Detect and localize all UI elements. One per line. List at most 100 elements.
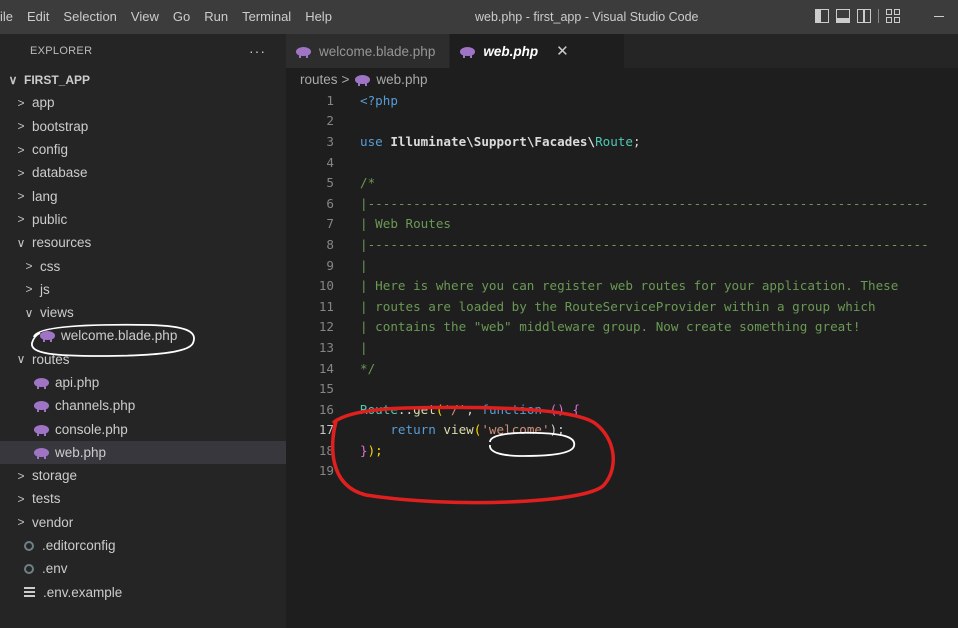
tree-item-label: storage — [32, 468, 78, 484]
line-number: 18 — [318, 442, 334, 458]
close-icon[interactable]: ✕ — [556, 42, 569, 60]
menu-run[interactable]: Run — [197, 0, 235, 34]
code-token: <?php — [360, 92, 398, 108]
line-number: 14 — [318, 360, 334, 376]
tree-item-css[interactable]: > css — [0, 254, 286, 277]
tree-item-config[interactable]: > config — [0, 138, 286, 161]
menu-selection[interactable]: Selection — [56, 0, 123, 34]
code-token: | routes are loaded by the RouteServiceP… — [360, 298, 876, 314]
tree-item-welcome-blade-php[interactable]: welcome.blade.php — [0, 324, 286, 347]
editor-area: welcome.blade.php web.php ✕ routes > web… — [286, 34, 958, 628]
code-token: () { — [542, 401, 580, 417]
php-file-icon — [34, 401, 49, 413]
customize-layout-icon[interactable] — [886, 9, 900, 23]
line-number: 17 — [318, 422, 334, 438]
tree-item-js[interactable]: > js — [0, 278, 286, 301]
tree-root-first-app[interactable]: ∨ FIRST_APP — [0, 68, 286, 91]
tree-item-label: .env.example — [43, 584, 123, 600]
tree-item-public[interactable]: > public — [0, 208, 286, 231]
menu-view[interactable]: View — [124, 0, 166, 34]
tree-item-app[interactable]: > app — [0, 91, 286, 114]
tab-web-php[interactable]: web.php ✕ — [450, 34, 626, 68]
chevron-right-icon: > — [17, 142, 25, 157]
tree-item-label: .editorconfig — [42, 538, 116, 554]
menu-go[interactable]: Go — [166, 0, 197, 34]
code-token: */ — [360, 360, 376, 376]
tree-item-label: FIRST_APP — [24, 72, 91, 87]
code-token: 'welcome' — [481, 422, 550, 438]
code-token: , — [466, 401, 482, 417]
tree-item-env-example[interactable]: .env.example — [0, 581, 286, 604]
line-number: 15 — [318, 381, 334, 397]
line-number: 2 — [326, 113, 334, 129]
code-token: ( — [473, 422, 482, 438]
code-token: | — [360, 339, 368, 355]
tree-item-label: welcome.blade.php — [61, 328, 178, 344]
tree-item-tests[interactable]: > tests — [0, 487, 286, 510]
tree-item-bootstrap[interactable]: > bootstrap — [0, 115, 286, 138]
php-file-icon — [34, 378, 49, 389]
breadcrumb-folder[interactable]: routes — [300, 72, 338, 87]
line-number: 8 — [326, 236, 334, 252]
tree-item-label: api.php — [55, 375, 100, 390]
tab-welcome-blade-php[interactable]: welcome.blade.php — [286, 34, 451, 68]
tree-item-label: vendor — [32, 514, 74, 530]
chevron-down-icon: ∨ — [16, 235, 26, 250]
toggle-panel-icon[interactable] — [836, 9, 850, 23]
tree-item-label: css — [40, 258, 61, 274]
code-line: 16 Route:: get('/', function () { — [286, 399, 958, 420]
tree-item-views[interactable]: ∨ views — [0, 301, 286, 324]
tree-item-console-php[interactable]: console.php — [0, 417, 286, 440]
tree-item-routes[interactable]: ∨ routes — [0, 348, 286, 371]
more-actions-icon[interactable]: ··· — [249, 43, 266, 59]
line-number: 19 — [318, 463, 334, 479]
code-line: 3 use Illuminate\Support\Facades\ Route; — [286, 131, 958, 152]
tree-item-label: config — [32, 142, 69, 158]
menu-help[interactable]: Help — [298, 0, 339, 34]
tree-item-label: resources — [32, 235, 92, 251]
code-token: /* — [360, 175, 376, 191]
line-number: 12 — [318, 319, 334, 335]
tree-item-database[interactable]: > database — [0, 161, 286, 184]
breadcrumb: routes > web.php — [286, 68, 958, 90]
tree-item-label: app — [32, 95, 55, 111]
code-token: Route — [360, 401, 398, 417]
tree-item-label: js — [40, 281, 50, 297]
tree-item-resources[interactable]: ∨ resources — [0, 231, 286, 254]
tree-item-label: bootstrap — [32, 118, 89, 134]
tree-item-env[interactable]: .env — [0, 557, 286, 580]
tree-item-vendor[interactable]: > vendor — [0, 511, 286, 534]
chevron-right-icon: > — [25, 282, 33, 297]
menu-file[interactable]: ile — [0, 0, 20, 34]
window-title: web.php - first_app - Visual Studio Code — [475, 10, 699, 24]
code-editor[interactable]: 1 <?php 2 3 use Illuminate\Support\Facades… — [286, 90, 958, 505]
menu-terminal[interactable]: Terminal — [235, 0, 298, 34]
menu-edit[interactable]: Edit — [20, 0, 56, 34]
breadcrumb-file[interactable]: web.php — [376, 72, 427, 87]
tree-item-storage[interactable]: > storage — [0, 464, 286, 487]
tree-item-channels-php[interactable]: channels.php — [0, 394, 286, 417]
chevron-down-icon: ∨ — [16, 352, 26, 367]
line-number: 16 — [318, 401, 334, 417]
code-token: get — [413, 401, 436, 417]
code-token: use — [360, 133, 391, 149]
minimize-icon[interactable] — [934, 16, 944, 17]
tree-item-web-php[interactable]: web.php — [0, 440, 286, 465]
code-token: Route — [595, 133, 633, 149]
explorer-title: EXPLORER — [30, 45, 93, 57]
line-number: 7 — [326, 216, 334, 232]
code-line: 17 return view('welcome'); — [286, 420, 958, 441]
code-line: 5 /* — [286, 172, 958, 193]
toggle-secondary-sidebar-icon[interactable] — [857, 9, 871, 23]
code-token: Illuminate\Support\Facades\ — [390, 133, 596, 149]
toggle-primary-sidebar-icon[interactable] — [815, 9, 829, 23]
tree-item-editorconfig[interactable]: .editorconfig — [0, 534, 286, 557]
tree-item-api-php[interactable]: api.php — [0, 371, 286, 394]
code-token: } — [360, 442, 368, 458]
tree-item-label: .env — [42, 561, 68, 577]
code-line: 10 | Here is where you can register web r… — [286, 275, 958, 296]
chevron-right-icon: > — [17, 119, 25, 134]
php-file-icon — [34, 424, 49, 436]
tree-item-lang[interactable]: > lang — [0, 184, 286, 207]
tree-item-label: public — [32, 211, 68, 227]
